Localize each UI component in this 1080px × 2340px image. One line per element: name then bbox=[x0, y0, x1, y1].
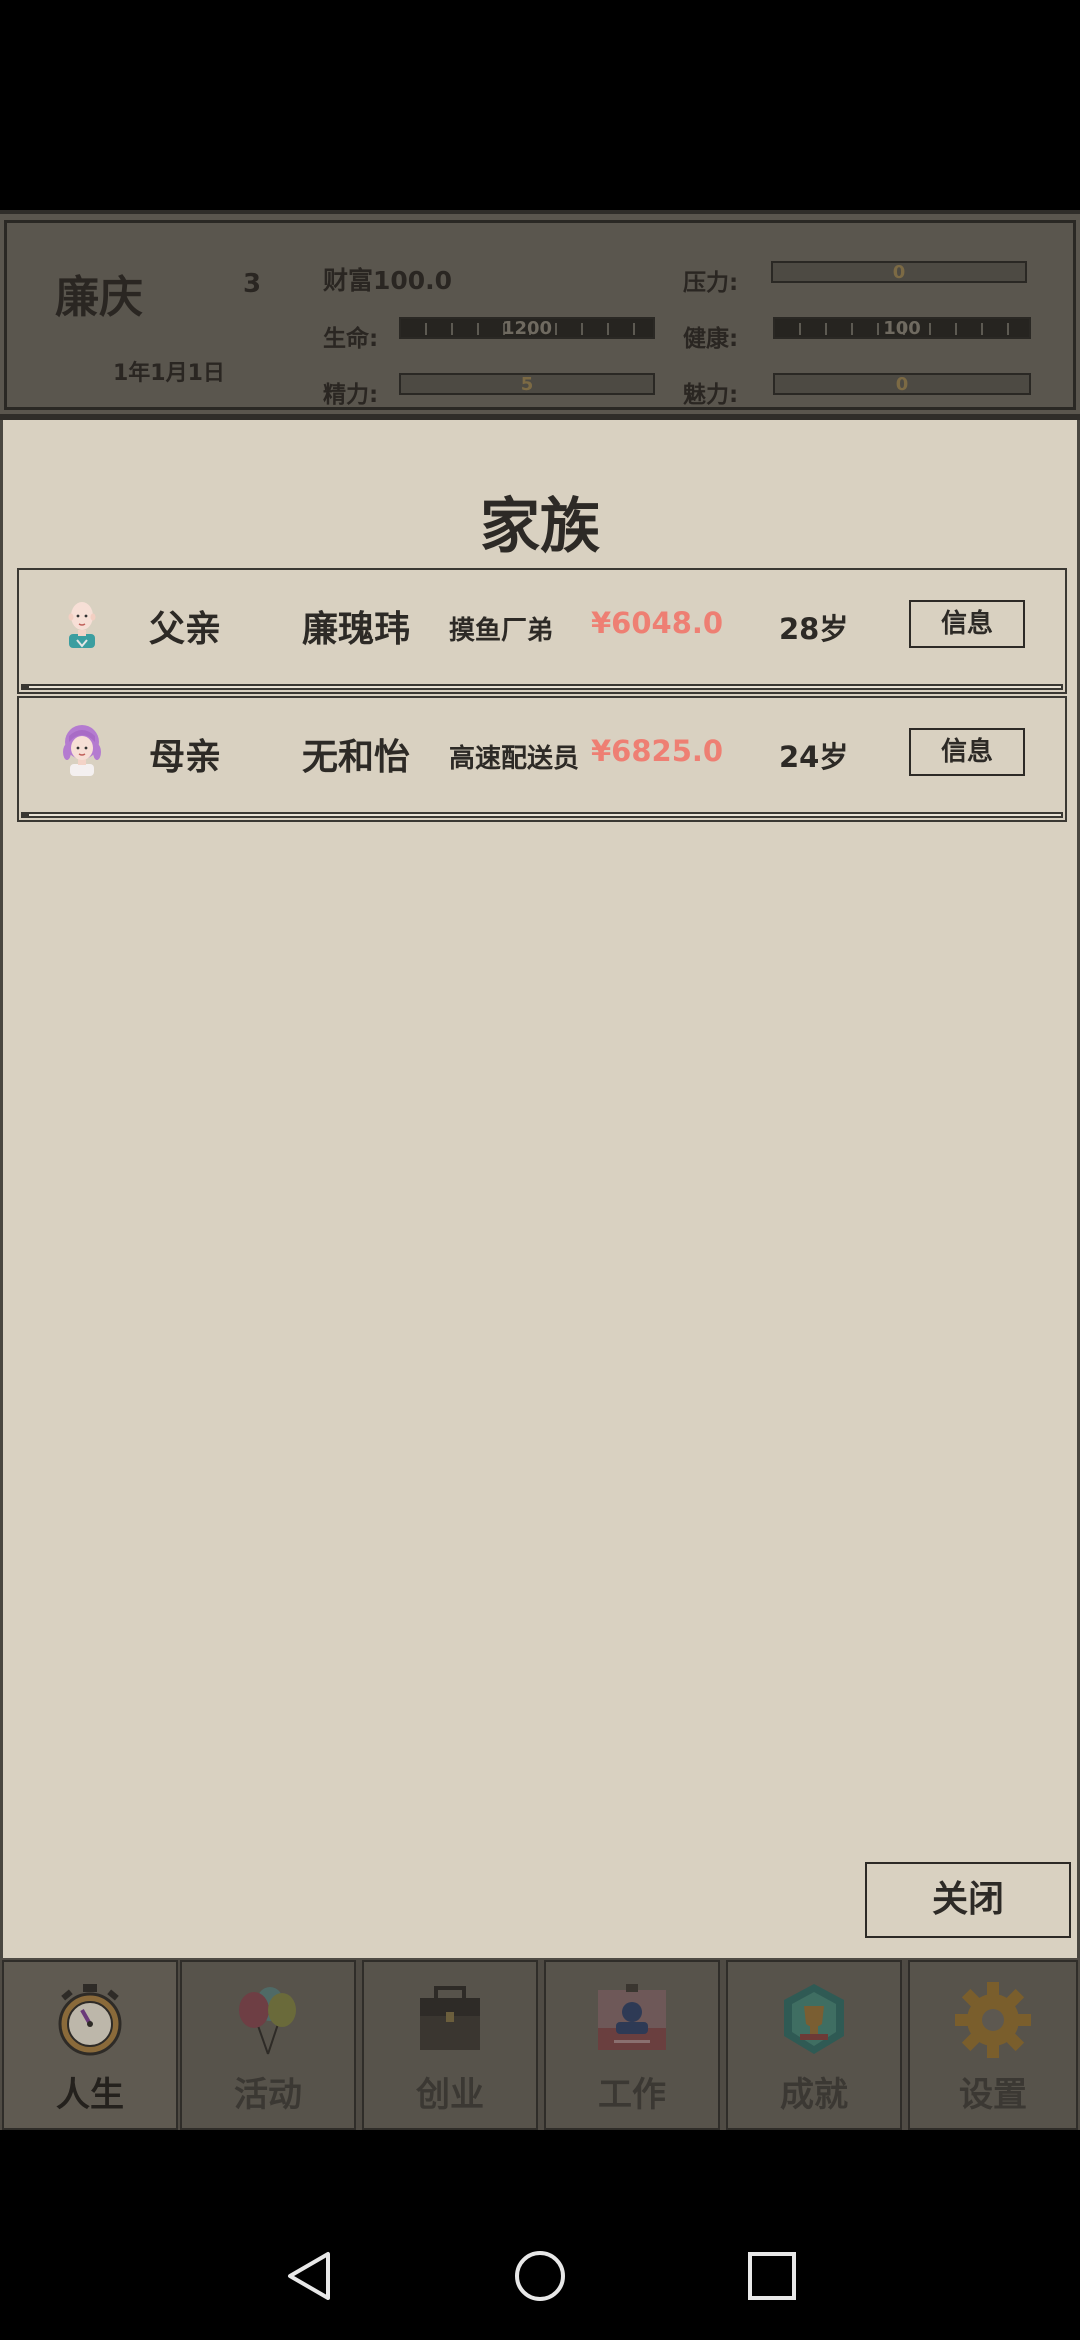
life-bar: 1200 bbox=[399, 317, 655, 339]
member-name: 廉瑰玮 bbox=[302, 609, 411, 650]
panel-title: 家族 bbox=[480, 492, 600, 562]
member-name: 无和怡 bbox=[302, 737, 411, 778]
stress-label: 压力: bbox=[683, 270, 739, 296]
recents-icon[interactable] bbox=[744, 2248, 800, 2304]
home-icon[interactable] bbox=[512, 2248, 568, 2304]
row-scrollbar[interactable] bbox=[21, 684, 1063, 690]
trophy-badge-icon bbox=[784, 1984, 844, 2054]
tab-label: 成就 bbox=[780, 2075, 848, 2115]
bottom-tab-bar: 人生 活动 创业 工作 成就 设置 bbox=[0, 1958, 1080, 2130]
member-age: 28岁 bbox=[779, 612, 849, 646]
life-label: 生命: bbox=[323, 326, 379, 352]
close-button[interactable]: 关闭 bbox=[865, 1862, 1071, 1938]
header-frame: 廉庆 3 1年1月1日 财富100.0 生命: 1200 精力: 5 压力: 0… bbox=[4, 220, 1076, 410]
bald-man-avatar-icon bbox=[68, 602, 96, 648]
member-job: 摸鱼厂弟 bbox=[449, 616, 554, 646]
row-scrollbar[interactable] bbox=[21, 812, 1063, 818]
life-value: 1200 bbox=[501, 318, 553, 339]
member-job: 高速配送员 bbox=[449, 744, 580, 774]
stress-value: 0 bbox=[892, 262, 906, 283]
health-value: 100 bbox=[883, 318, 921, 339]
family-row: 母亲 无和怡 高速配送员 ¥6825.0 24岁 信息 bbox=[17, 696, 1067, 822]
tab-label: 活动 bbox=[234, 2075, 302, 2115]
purple-hair-woman-avatar-icon bbox=[63, 725, 101, 776]
charm-bar: 0 bbox=[773, 373, 1031, 395]
briefcase-icon bbox=[420, 1986, 480, 2050]
tab-settings[interactable]: 设置 bbox=[908, 1960, 1078, 2130]
status-area bbox=[0, 0, 1080, 210]
back-icon[interactable] bbox=[282, 2248, 338, 2304]
tab-achievement[interactable]: 成就 bbox=[726, 1960, 902, 2130]
tab-activity[interactable]: 活动 bbox=[180, 1960, 356, 2130]
player-level: 3 bbox=[243, 269, 262, 299]
family-row: 父亲 廉瑰玮 摸鱼厂弟 ¥6048.0 28岁 信息 bbox=[17, 568, 1067, 694]
balloons-icon bbox=[239, 1987, 296, 2055]
tab-label: 人生 bbox=[56, 2075, 124, 2115]
health-bar: 100 bbox=[773, 317, 1031, 339]
health-label: 健康: bbox=[683, 326, 739, 352]
tab-label: 创业 bbox=[416, 2075, 484, 2115]
player-header: 廉庆 3 1年1月1日 财富100.0 生命: 1200 精力: 5 压力: 0… bbox=[0, 210, 1080, 420]
wealth-value: 财富100.0 bbox=[323, 266, 453, 295]
energy-bar: 5 bbox=[399, 373, 655, 395]
tab-label: 设置 bbox=[959, 2075, 1027, 2115]
info-button[interactable]: 信息 bbox=[909, 600, 1025, 648]
family-panel: 家族 父亲 廉瑰玮 摸鱼厂弟 ¥6048.0 28岁 信息 母亲 无和怡 高速配… bbox=[0, 420, 1080, 1958]
player-name: 廉庆 bbox=[55, 272, 143, 323]
stress-bar: 0 bbox=[771, 261, 1027, 283]
energy-value: 5 bbox=[520, 374, 534, 395]
tab-life[interactable]: 人生 bbox=[2, 1960, 178, 2130]
member-money: ¥6825.0 bbox=[591, 734, 724, 768]
energy-label: 精力: bbox=[323, 382, 379, 408]
relation-label: 母亲 bbox=[149, 737, 222, 778]
charm-label: 魅力: bbox=[683, 382, 739, 408]
member-age: 24岁 bbox=[779, 740, 849, 774]
charm-value: 0 bbox=[895, 374, 909, 395]
tab-startup[interactable]: 创业 bbox=[362, 1960, 538, 2130]
id-card-icon bbox=[598, 1984, 666, 2050]
tab-work[interactable]: 工作 bbox=[544, 1960, 720, 2130]
member-money: ¥6048.0 bbox=[591, 606, 724, 640]
tab-label: 工作 bbox=[598, 2075, 666, 2115]
game-date: 1年1月1日 bbox=[113, 361, 225, 386]
relation-label: 父亲 bbox=[149, 609, 222, 650]
stopwatch-icon bbox=[58, 1984, 122, 2056]
system-nav-bar bbox=[0, 2130, 1080, 2340]
gear-icon bbox=[955, 1982, 1031, 2058]
info-button[interactable]: 信息 bbox=[909, 728, 1025, 776]
